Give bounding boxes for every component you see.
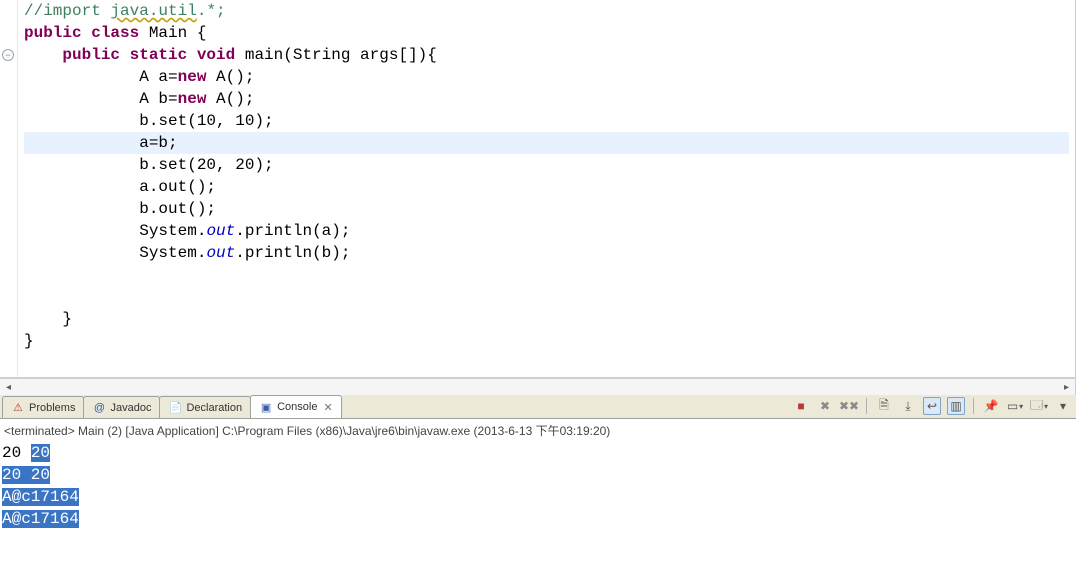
code-line[interactable]: A b=new A(); [24, 88, 1069, 110]
editor-body: − //import java.util.*;public class Main… [0, 0, 1075, 378]
fold-toggle-icon[interactable]: − [2, 49, 14, 61]
tab-label: Console [277, 401, 317, 413]
console-output[interactable]: 20 2020 20A@c17164A@c17164 [0, 442, 1076, 563]
code-line[interactable] [24, 286, 1069, 308]
code-line[interactable]: } [24, 308, 1069, 330]
console-line[interactable]: A@c17164 [2, 486, 1074, 508]
code-line[interactable]: public class Main { [24, 22, 1069, 44]
console-toolbar: ■✖✖✖🗎⤓↩▥📌▭🗔▾ [792, 394, 1076, 418]
console-icon: ▣ [259, 400, 273, 414]
declaration-icon: 📄 [168, 401, 182, 415]
javadoc-icon: @ [92, 401, 106, 415]
code-line[interactable]: System.out.println(b); [24, 242, 1069, 264]
open-console-button[interactable]: 🗔 [1030, 397, 1048, 415]
code-line[interactable]: b.out(); [24, 198, 1069, 220]
folding-ruler[interactable]: − [0, 0, 18, 377]
tab-label: Javadoc [110, 402, 151, 414]
tab-label: Problems [29, 402, 75, 414]
code-line[interactable]: a=b; [24, 132, 1069, 154]
code-line[interactable]: } [24, 330, 1069, 352]
close-icon[interactable]: ✕ [323, 401, 332, 414]
terminate-button[interactable]: ■ [792, 397, 810, 415]
scroll-track[interactable] [17, 379, 1058, 396]
code-line[interactable]: b.set(20, 20); [24, 154, 1069, 176]
tab-declaration[interactable]: 📄 Declaration [159, 396, 251, 418]
console-status-line: <terminated> Main (2) [Java Application]… [0, 419, 1076, 442]
code-line[interactable]: b.set(10, 10); [24, 110, 1069, 132]
clear-console-button[interactable]: 🗎 [875, 397, 893, 415]
scroll-left-icon[interactable]: ◂ [0, 379, 17, 396]
separator-1 [866, 398, 867, 414]
scroll-lock-button[interactable]: ⤓ [899, 397, 917, 415]
code-line[interactable]: public static void main(String args[]){ [24, 44, 1069, 66]
console-line[interactable]: 20 20 [2, 464, 1074, 486]
separator-2 [973, 398, 974, 414]
minimize-view-button[interactable]: ▾ [1054, 397, 1072, 415]
tab-problems[interactable]: ⚠ Problems [2, 396, 84, 418]
code-scroll[interactable]: //import java.util.*;public class Main {… [18, 0, 1075, 377]
code-line[interactable]: //import java.util.*; [24, 0, 1069, 22]
code-line[interactable] [24, 264, 1069, 286]
word-wrap-button[interactable]: ↩ [923, 397, 941, 415]
scroll-right-icon[interactable]: ▸ [1058, 379, 1075, 396]
code-line[interactable]: System.out.println(a); [24, 220, 1069, 242]
console-line[interactable]: A@c17164 [2, 508, 1074, 530]
show-console-button[interactable]: ▥ [947, 397, 965, 415]
pin-console-button[interactable]: 📌 [982, 397, 1000, 415]
remove-launch-button[interactable]: ✖ [816, 397, 834, 415]
views-tab-bar: ⚠ Problems @ Javadoc 📄 Declaration ▣ Console ✕ ■ ✖… [0, 395, 1076, 419]
tab-javadoc[interactable]: @ Javadoc [83, 396, 160, 418]
editor-pane: − //import java.util.*;public class Main… [0, 0, 1076, 395]
code-line[interactable]: A a=new A(); [24, 66, 1069, 88]
editor-horizontal-scrollbar[interactable]: ◂ ▸ [0, 378, 1075, 395]
code-line[interactable]: a.out(); [24, 176, 1069, 198]
display-selected-console[interactable]: ▭ [1006, 397, 1024, 415]
problems-icon: ⚠ [11, 401, 25, 415]
remove-all-terminated[interactable]: ✖✖ [840, 397, 858, 415]
tab-label: Declaration [186, 402, 242, 414]
console-line[interactable]: 20 20 [2, 442, 1074, 464]
code-content[interactable]: //import java.util.*;public class Main {… [18, 0, 1075, 377]
tab-console[interactable]: ▣ Console ✕ [250, 395, 342, 418]
